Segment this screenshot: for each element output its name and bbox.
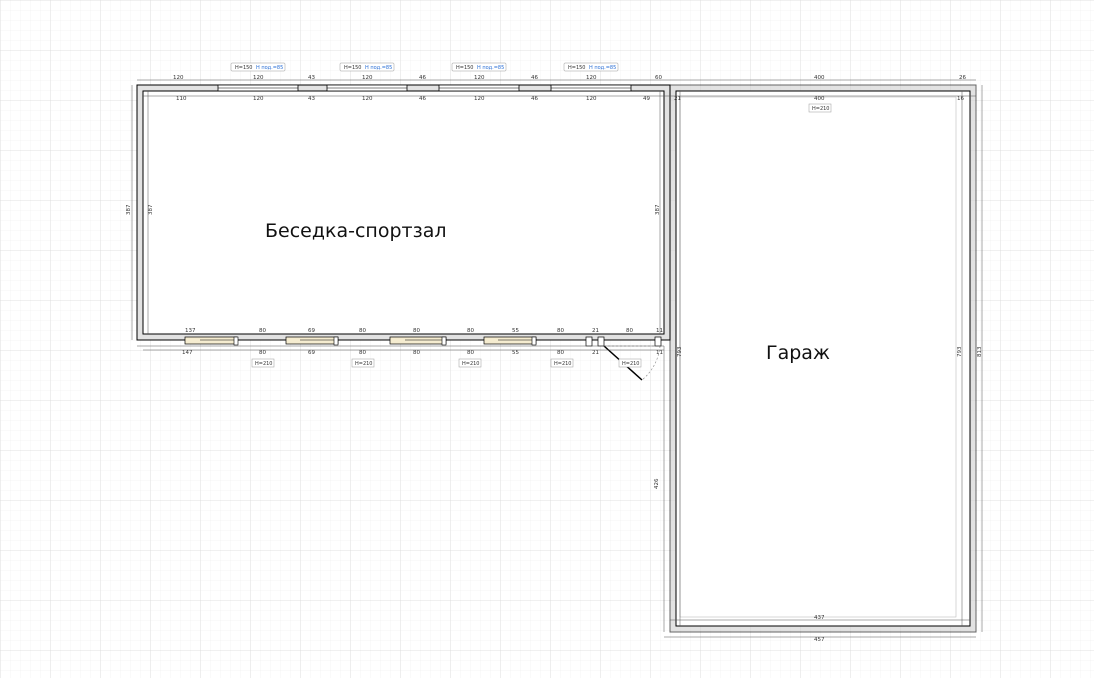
- window-2[interactable]: [326, 84, 408, 92]
- dim-label: 80: [259, 350, 266, 356]
- room-label-gazebo[interactable]: Беседка-спортзал: [265, 220, 446, 242]
- door-tag-1: H=210: [251, 358, 275, 368]
- dim-label: 437: [814, 615, 825, 621]
- window-tag-3: H=150 H под.=85: [451, 62, 507, 72]
- dim-label: 387: [126, 204, 132, 215]
- window-tag-sill: H под.=85: [589, 65, 616, 71]
- dim-label: 26: [959, 75, 966, 81]
- garage-door-tag: H=210: [808, 103, 832, 113]
- dim-label: 80: [359, 328, 366, 334]
- dim-label: 80: [259, 328, 266, 334]
- dim-label: 46: [531, 75, 538, 81]
- dim-label: 49: [643, 96, 650, 102]
- door-tag-2: H=210: [351, 358, 375, 368]
- dim-label: 147: [182, 350, 193, 356]
- dim-label: 69: [308, 328, 315, 334]
- dim-label: 80: [467, 328, 474, 334]
- dim-label: 80: [413, 328, 420, 334]
- window-4[interactable]: [550, 84, 632, 92]
- dim-label: 21: [674, 96, 681, 102]
- dim-label: 80: [557, 328, 564, 334]
- dim-label: 46: [531, 96, 538, 102]
- door-tag-5: H=210: [618, 358, 642, 368]
- window-tag-height: H=150: [456, 65, 474, 71]
- dim-label: 137: [185, 328, 196, 334]
- dim-label: 426: [654, 478, 660, 489]
- dim-label: 80: [413, 350, 420, 356]
- door-tag-3: H=210: [458, 358, 482, 368]
- dim-label: 21: [592, 328, 599, 334]
- dim-label: 120: [474, 75, 485, 81]
- dim-label: 400: [814, 75, 825, 81]
- dim-label: 43: [308, 75, 315, 81]
- window-tag-sill: H под.=85: [256, 65, 283, 71]
- dim-label: 80: [467, 350, 474, 356]
- dim-label: 80: [359, 350, 366, 356]
- gazebo-walls: [136, 84, 671, 341]
- window-tag-height: H=150: [235, 65, 253, 71]
- dim-label: 21: [592, 350, 599, 356]
- door-tag-height: H=210: [355, 361, 373, 367]
- floor-plan-canvas[interactable]: H=150 H под.=85 H=150 H под.=85 H=150 H …: [0, 0, 1094, 678]
- dim-label: 120: [586, 96, 597, 102]
- dim-label: 120: [474, 96, 485, 102]
- window-tag-height: H=150: [344, 65, 362, 71]
- dim-label: 110: [176, 96, 187, 102]
- dim-label: 120: [362, 96, 373, 102]
- dim-label: 120: [173, 75, 184, 81]
- window-1[interactable]: [217, 84, 299, 92]
- dim-label: 11: [656, 328, 663, 334]
- dim-label: 46: [419, 96, 426, 102]
- door-tag-height: H=210: [255, 361, 273, 367]
- dim-label: 120: [586, 75, 597, 81]
- dim-label: 16: [957, 96, 964, 102]
- dim-label: 80: [557, 350, 564, 356]
- dim-label: 793: [957, 346, 963, 357]
- dim-label: 60: [655, 75, 662, 81]
- garage-door-tag-height: H=210: [812, 106, 830, 112]
- dim-label: 457: [814, 637, 825, 643]
- window-tag-height: H=150: [568, 65, 586, 71]
- dim-label: 120: [253, 75, 264, 81]
- dim-label: 120: [253, 96, 264, 102]
- room-label-garage[interactable]: Гараж: [766, 342, 830, 364]
- dim-label: 55: [512, 350, 519, 356]
- dim-label: 69: [308, 350, 315, 356]
- window-tag-2: H=150 H под.=85: [339, 62, 395, 72]
- dim-label: 80: [626, 328, 633, 334]
- window-tag-sill: H под.=85: [477, 65, 504, 71]
- window-3[interactable]: [438, 84, 520, 92]
- door-tag-height: H=210: [462, 361, 480, 367]
- dim-label: 43: [308, 96, 315, 102]
- dim-label: 793: [677, 346, 683, 357]
- dim-label: 387: [655, 204, 661, 215]
- door-tag-height: H=210: [554, 361, 572, 367]
- dim-label: 11: [656, 350, 663, 356]
- window-tag-1: H=150 H под.=85: [230, 62, 286, 72]
- window-tag-sill: H под.=85: [365, 65, 392, 71]
- dim-label: 120: [362, 75, 373, 81]
- door-tag-height: H=210: [622, 361, 640, 367]
- dim-label: 400: [814, 96, 825, 102]
- door-tag-4: H=210: [550, 358, 574, 368]
- dim-label: 387: [148, 204, 154, 215]
- dim-label: 46: [419, 75, 426, 81]
- dim-label: 813: [977, 346, 983, 357]
- window-tag-4: H=150 H под.=85: [563, 62, 619, 72]
- dim-label: 55: [512, 328, 519, 334]
